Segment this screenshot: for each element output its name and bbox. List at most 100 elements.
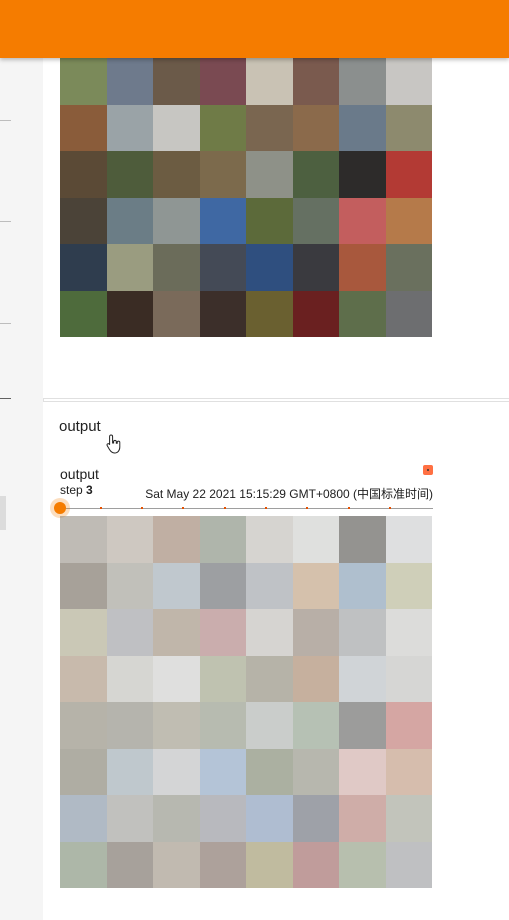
image-tile [246, 197, 293, 244]
image-tile [339, 655, 386, 702]
slider-tick [306, 507, 308, 509]
image-tile [106, 655, 153, 702]
image-tile [246, 609, 293, 656]
image-tile [385, 795, 432, 842]
section-title: output [59, 418, 101, 435]
image-tile [385, 609, 432, 656]
image-tile [60, 58, 107, 105]
image-tile [106, 748, 153, 795]
image-tile [60, 151, 107, 198]
image-tile [106, 795, 153, 842]
image-tile [339, 516, 386, 563]
image-tile [292, 795, 339, 842]
image-tile [292, 104, 339, 151]
image-tile [292, 197, 339, 244]
image-tile [199, 58, 246, 105]
image-tile [199, 748, 246, 795]
image-tile [246, 58, 293, 105]
image-tile [246, 290, 293, 337]
image-tile [153, 841, 200, 888]
image-tile [199, 104, 246, 151]
image-tile [339, 795, 386, 842]
slider-tick [265, 507, 267, 509]
image-tile [339, 58, 386, 105]
image-tile [199, 795, 246, 842]
image-tile [60, 841, 107, 888]
image-tile [339, 562, 386, 609]
image-tile [339, 702, 386, 749]
top-app-bar [0, 0, 509, 58]
image-tile [60, 516, 107, 563]
image-tile [106, 104, 153, 151]
image-tile [292, 244, 339, 291]
image-tile [153, 609, 200, 656]
image-tile [153, 58, 200, 105]
image-tile [199, 702, 246, 749]
image-tile [60, 244, 107, 291]
image-tile [60, 702, 107, 749]
image-tile [339, 151, 386, 198]
step-slider[interactable] [54, 502, 433, 514]
image-tile [385, 58, 432, 105]
image-tile [60, 748, 107, 795]
top-image-grid [60, 58, 432, 337]
image-tile [385, 290, 432, 337]
image-tile [339, 748, 386, 795]
image-tile [292, 841, 339, 888]
image-tile [339, 104, 386, 151]
image-tile [385, 516, 432, 563]
image-tile [153, 562, 200, 609]
image-tile [246, 795, 293, 842]
image-tile [153, 748, 200, 795]
slider-tick [141, 507, 143, 509]
image-tile [385, 151, 432, 198]
image-tile [385, 841, 432, 888]
image-tile [385, 197, 432, 244]
image-tile [339, 197, 386, 244]
image-tile [106, 290, 153, 337]
image-tile [106, 197, 153, 244]
image-tile [292, 609, 339, 656]
image-tile [246, 244, 293, 291]
image-tile [385, 748, 432, 795]
image-tile [246, 516, 293, 563]
image-tile [246, 841, 293, 888]
image-tile [199, 197, 246, 244]
image-tile [199, 609, 246, 656]
slider-tick [100, 507, 102, 509]
image-tile [60, 655, 107, 702]
sidebar-divider [0, 323, 11, 324]
image-tile [153, 702, 200, 749]
image-tile [292, 702, 339, 749]
image-tile [106, 609, 153, 656]
image-card-title: output [60, 466, 99, 482]
image-tile [106, 516, 153, 563]
image-tile [339, 244, 386, 291]
slider-tick [224, 507, 226, 509]
image-tile [292, 290, 339, 337]
sidebar-resize-handle[interactable] [0, 496, 6, 530]
image-tile [246, 702, 293, 749]
output-image-grid [60, 516, 432, 888]
image-tile [385, 104, 432, 151]
slider-knob[interactable] [54, 502, 66, 514]
image-tile [106, 58, 153, 105]
image-tile [106, 562, 153, 609]
image-tile [153, 290, 200, 337]
image-tile [292, 748, 339, 795]
card-menu-button[interactable] [423, 465, 433, 475]
image-tile [60, 609, 107, 656]
image-tile [292, 151, 339, 198]
image-tile [60, 562, 107, 609]
image-tile [385, 244, 432, 291]
image-tile [199, 290, 246, 337]
image-tile [246, 562, 293, 609]
image-tile [60, 795, 107, 842]
sidebar-divider [0, 221, 11, 222]
image-tile [106, 151, 153, 198]
image-tile [292, 655, 339, 702]
image-tile [246, 151, 293, 198]
image-tile [153, 655, 200, 702]
image-tile [153, 197, 200, 244]
image-tile [246, 655, 293, 702]
